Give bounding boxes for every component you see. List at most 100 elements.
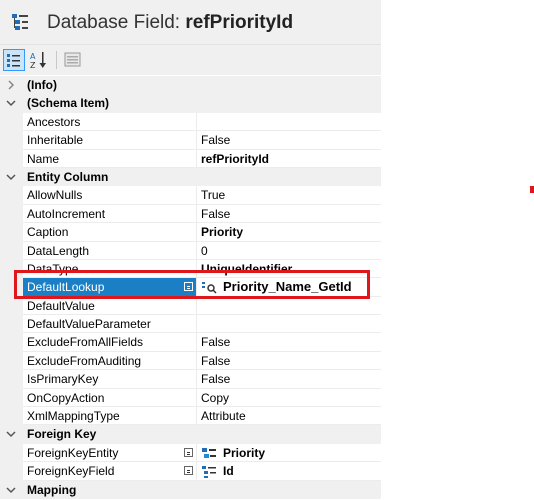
category-row[interactable]: (Schema Item) — [0, 94, 381, 113]
chevron-down-icon[interactable] — [5, 172, 17, 185]
property-row[interactable]: OnCopyAction Copy — [0, 388, 381, 408]
row-margin — [0, 443, 23, 463]
property-row[interactable]: XmlMappingType Attribute — [0, 407, 381, 426]
categorized-icon — [7, 54, 20, 67]
row-margin — [0, 149, 23, 168]
property-value[interactable]: Attribute — [196, 407, 381, 426]
property-name[interactable]: ExcludeFromAuditing — [23, 352, 196, 371]
property-name[interactable]: DefaultValueParameter — [23, 315, 196, 334]
property-name[interactable]: XmlMappingType — [23, 407, 196, 426]
category-row[interactable]: Entity Column — [0, 167, 381, 187]
property-value[interactable]: refPriorityId — [196, 149, 381, 168]
category-row[interactable]: Foreign Key — [0, 425, 381, 444]
property-row[interactable]: Inheritable False — [0, 131, 381, 150]
property-name[interactable]: IsPrimaryKey — [23, 370, 196, 389]
property-name[interactable]: DefaultValue — [23, 297, 196, 316]
category-row[interactable]: (Info) — [0, 76, 381, 95]
row-margin — [0, 204, 23, 224]
category-label: (Info) — [27, 78, 57, 92]
property-pages-button[interactable] — [62, 49, 84, 71]
value-text: Priority — [223, 445, 266, 460]
property-row[interactable]: Name refPriorityId — [0, 149, 381, 168]
category-row[interactable]: Mapping — [0, 480, 381, 499]
row-margin — [0, 351, 23, 371]
value-text: Id — [223, 464, 234, 479]
title-prefix: Database Field: — [47, 12, 181, 33]
property-row[interactable]: IsPrimaryKey False — [0, 370, 381, 389]
property-name[interactable]: AllowNulls — [23, 186, 196, 205]
property-row[interactable]: ForeignKeyField Id — [0, 462, 381, 481]
property-name[interactable]: AutoIncrement — [23, 205, 196, 224]
property-row[interactable]: ForeignKeyEntity Priority — [0, 443, 381, 463]
property-value[interactable]: True — [196, 186, 381, 205]
entity-icon — [202, 447, 216, 458]
property-row[interactable]: ExcludeFromAllFields False — [0, 333, 381, 352]
chevron-down-icon[interactable] — [5, 429, 17, 442]
property-name[interactable]: ForeignKeyEntity — [23, 444, 196, 463]
alphabetical-button[interactable]: A Z — [28, 49, 50, 71]
row-margin — [0, 296, 23, 316]
row-margin — [0, 186, 23, 205]
row-margin — [0, 241, 23, 260]
property-toolbar: A Z — [0, 44, 381, 75]
categorized-button[interactable] — [3, 49, 25, 71]
property-value[interactable] — [196, 296, 381, 316]
page-title: Database Field: refPriorityId — [47, 12, 293, 34]
property-name[interactable]: Ancestors — [23, 113, 196, 132]
property-value[interactable]: Priority — [196, 223, 381, 242]
ellipsis-button[interactable] — [184, 466, 193, 476]
property-value[interactable]: Copy — [196, 388, 381, 408]
property-pages-icon — [64, 52, 81, 67]
property-row[interactable]: Ancestors — [0, 112, 381, 132]
row-margin — [0, 315, 23, 334]
property-value[interactable]: False — [196, 351, 381, 371]
property-row[interactable]: DefaultValueParameter — [0, 315, 381, 334]
sort-az-icon: A Z — [30, 52, 46, 70]
property-value[interactable]: 0 — [196, 241, 381, 260]
property-row[interactable]: ExcludeFromAuditing False — [0, 351, 381, 371]
database-field-icon — [12, 14, 28, 30]
category-label: Entity Column — [27, 169, 109, 184]
property-value[interactable] — [196, 315, 381, 334]
row-margin — [0, 462, 23, 481]
toolbar-separator — [56, 51, 57, 69]
row-margin — [0, 370, 23, 389]
property-name[interactable]: DataLength — [23, 242, 196, 260]
property-row[interactable]: DefaultValue — [0, 296, 381, 316]
ellipsis-button[interactable] — [184, 447, 193, 457]
property-name[interactable]: Inheritable — [23, 131, 196, 150]
property-value[interactable]: False — [196, 370, 381, 389]
property-value[interactable]: False — [196, 131, 381, 150]
property-name[interactable]: Name — [23, 150, 196, 168]
row-margin — [0, 112, 23, 132]
property-row[interactable]: AllowNulls True — [0, 186, 381, 205]
property-value[interactable]: False — [196, 333, 381, 352]
property-panel: Database Field: refPriorityId A Z (Info)… — [0, 0, 381, 500]
chevron-down-icon[interactable] — [5, 98, 17, 111]
property-name[interactable]: Caption — [23, 223, 196, 242]
property-row[interactable]: DataLength 0 — [0, 241, 381, 260]
property-value[interactable]: Id — [196, 462, 381, 481]
property-name[interactable]: ForeignKeyField — [23, 462, 196, 481]
row-margin — [0, 407, 23, 426]
property-row[interactable]: AutoIncrement False — [0, 204, 381, 224]
row-margin — [0, 388, 23, 408]
property-row[interactable]: Caption Priority — [0, 223, 381, 242]
property-name[interactable]: OnCopyAction — [23, 389, 196, 408]
category-label: Foreign Key — [27, 427, 97, 442]
property-name[interactable]: ExcludeFromAllFields — [23, 333, 196, 352]
row-margin — [0, 333, 23, 352]
chevron-down-icon[interactable] — [5, 485, 17, 498]
field-name: refPriorityId — [185, 12, 294, 33]
row-margin — [0, 223, 23, 242]
highlight-annotation — [14, 270, 370, 299]
property-value[interactable]: Priority — [196, 443, 381, 463]
property-value[interactable]: False — [196, 204, 381, 224]
category-label: (Schema Item) — [27, 96, 110, 111]
property-value[interactable] — [196, 112, 381, 132]
category-label: Mapping — [27, 482, 77, 497]
field-icon — [202, 466, 216, 479]
chevron-right-icon[interactable] — [5, 80, 17, 93]
red-marker — [530, 186, 534, 193]
svg-text:Z: Z — [30, 61, 36, 70]
